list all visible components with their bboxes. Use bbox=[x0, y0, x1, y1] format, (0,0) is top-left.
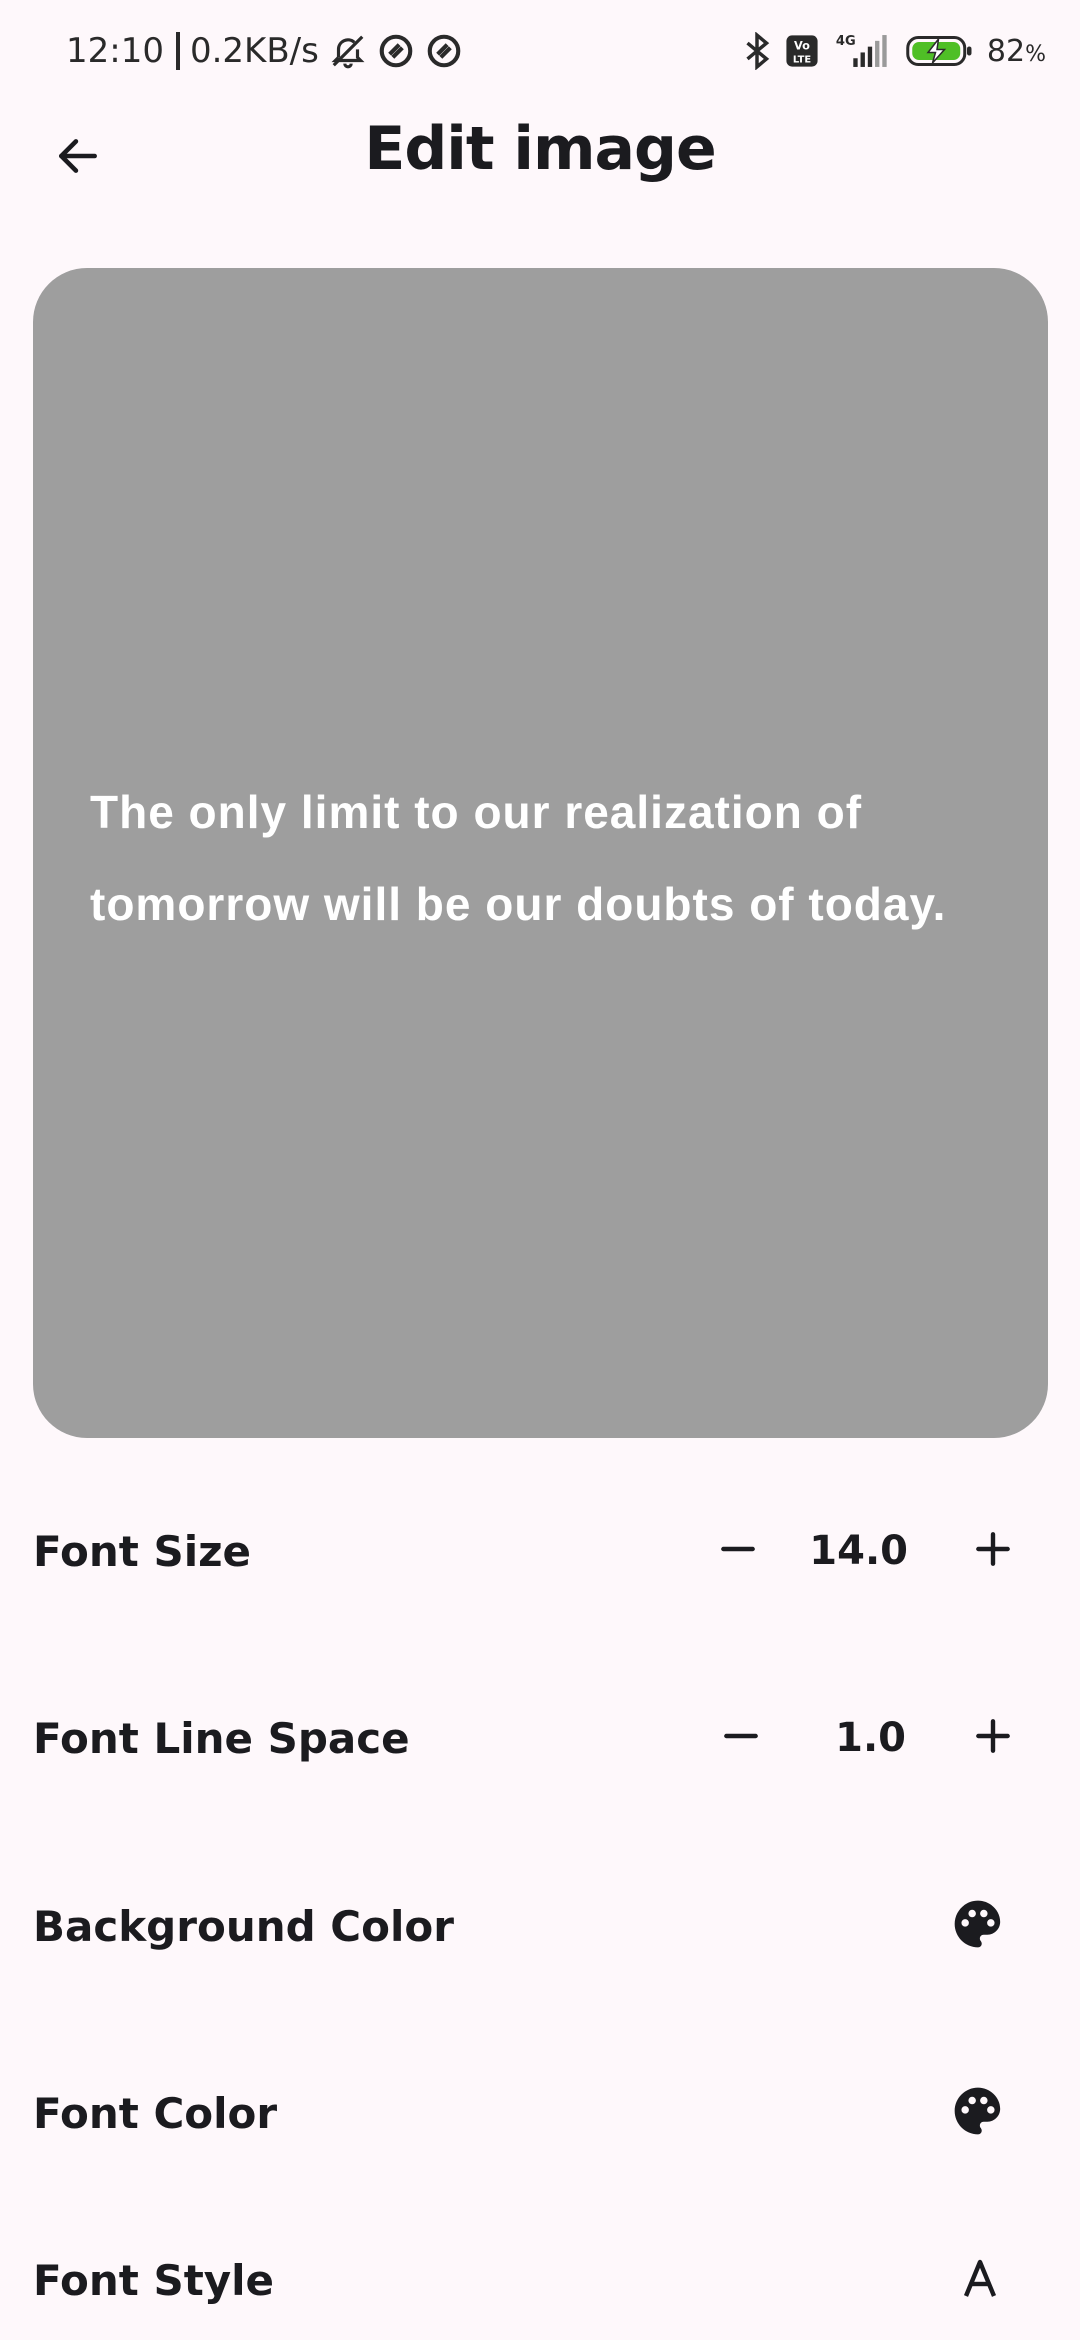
font-line-space-increment-button[interactable] bbox=[957, 1702, 1029, 1774]
font-size-increment-button[interactable] bbox=[957, 1515, 1029, 1587]
status-bar: 12:10 0.2KB/s Vo LTE 4G 82% bbox=[0, 0, 1080, 100]
font-size-value: 14.0 bbox=[809, 1528, 908, 1574]
background-color-row[interactable]: Background Color bbox=[0, 1866, 1080, 1986]
app-bar: Edit image bbox=[0, 100, 1080, 218]
background-color-label: Background Color bbox=[33, 1901, 454, 1951]
font-color-label: Font Color bbox=[33, 2088, 278, 2138]
font-line-space-decrement-button[interactable] bbox=[705, 1702, 777, 1774]
preview-quote: The only limit to our realization of tom… bbox=[90, 786, 947, 930]
font-style-label: Font Style bbox=[33, 2255, 275, 2305]
silent-bell-icon bbox=[329, 32, 367, 70]
bluetooth-icon bbox=[743, 32, 771, 70]
font-style-clip: Font Style bbox=[0, 2220, 1080, 2340]
volte-icon: Vo LTE bbox=[785, 34, 819, 68]
palette-icon bbox=[950, 1896, 1006, 1956]
palette-icon bbox=[950, 2083, 1006, 2143]
svg-text:LTE: LTE bbox=[793, 54, 811, 65]
plus-icon bbox=[971, 1527, 1015, 1575]
font-line-space-row: Font Line Space 1.0 bbox=[0, 1678, 1080, 1798]
font-style-row[interactable]: Font Style bbox=[0, 2220, 1080, 2340]
image-preview: The only limit to our realization of tom… bbox=[33, 268, 1048, 1438]
font-size-label: Font Size bbox=[33, 1526, 252, 1576]
font-line-space-value: 1.0 bbox=[835, 1715, 906, 1761]
font-size-row: Font Size 14.0 bbox=[0, 1491, 1080, 1611]
font-style-button[interactable] bbox=[950, 2250, 1010, 2310]
status-right: Vo LTE 4G 82% bbox=[729, 26, 1046, 76]
app-notification-icon bbox=[377, 32, 415, 70]
app-notification-icon bbox=[425, 32, 463, 70]
plus-icon bbox=[971, 1714, 1015, 1762]
svg-text:4G: 4G bbox=[836, 34, 856, 49]
status-left: 12:10 0.2KB/s bbox=[66, 26, 463, 76]
page-title: Edit image bbox=[364, 114, 716, 184]
font-size-decrement-button[interactable] bbox=[702, 1515, 774, 1587]
background-color-button[interactable] bbox=[948, 1896, 1008, 1956]
minus-icon bbox=[716, 1527, 760, 1575]
font-color-row[interactable]: Font Color bbox=[0, 2053, 1080, 2173]
status-divider bbox=[175, 32, 180, 70]
battery-percent: 82% bbox=[986, 33, 1046, 69]
net-speed: 0.2KB/s bbox=[189, 31, 319, 71]
battery-charging-icon bbox=[905, 33, 975, 69]
font-style-icon bbox=[956, 2254, 1004, 2306]
font-color-button[interactable] bbox=[948, 2083, 1008, 2143]
signal-4g-icon: 4G bbox=[833, 32, 891, 70]
minus-icon bbox=[719, 1714, 763, 1762]
clock: 12:10 bbox=[66, 31, 164, 71]
font-line-space-label: Font Line Space bbox=[33, 1713, 410, 1763]
svg-text:Vo: Vo bbox=[794, 39, 810, 53]
